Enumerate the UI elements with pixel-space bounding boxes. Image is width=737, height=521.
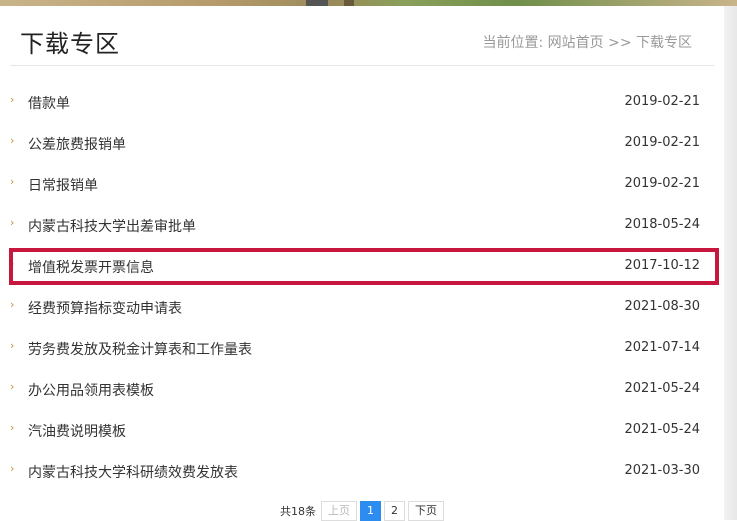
item-date: 2021-03-30 — [624, 463, 700, 478]
next-page-button[interactable]: 下页 — [408, 500, 444, 521]
bullet-arrow-icon: › — [10, 216, 15, 229]
item-date: 2021-05-24 — [624, 381, 700, 396]
pagination-total: 共18条 — [280, 504, 316, 518]
bullet-arrow-icon: › — [10, 134, 15, 147]
item-date: 2018-05-24 — [624, 217, 700, 232]
list-item[interactable]: › 内蒙古科技大学科研绩效费发放表 2021-03-30 — [0, 452, 724, 493]
page-1-button[interactable]: 1 — [360, 500, 381, 521]
download-list: › 借款单 2019-02-21 › 公差旅费报销单 2019-02-21 › … — [0, 83, 724, 493]
item-date: 2021-07-14 — [624, 340, 700, 355]
bullet-arrow-icon: › — [10, 462, 15, 475]
list-item[interactable]: › 内蒙古科技大学出差审批单 2018-05-24 — [0, 206, 724, 247]
item-date: 2019-02-21 — [624, 94, 700, 109]
list-item[interactable]: › 办公用品领用表模板 2021-05-24 — [0, 370, 724, 411]
bullet-arrow-icon: › — [10, 380, 15, 393]
right-edge-shadow — [724, 6, 737, 520]
item-title[interactable]: 汽油费说明模板 — [28, 421, 126, 441]
prev-page-button[interactable]: 上页 — [321, 500, 357, 521]
item-title[interactable]: 公差旅费报销单 — [28, 134, 126, 154]
bullet-arrow-icon: › — [10, 175, 15, 188]
item-title[interactable]: 经费预算指标变动申请表 — [28, 298, 182, 318]
list-item[interactable]: › 日常报销单 2019-02-21 — [0, 165, 724, 206]
list-item[interactable]: › 汽油费说明模板 2021-05-24 — [0, 411, 724, 452]
list-item[interactable]: › 劳务费发放及税金计算表和工作量表 2021-07-14 — [0, 329, 724, 370]
header-divider — [10, 65, 714, 66]
bullet-arrow-icon: › — [10, 93, 15, 106]
item-title[interactable]: 内蒙古科技大学出差审批单 — [28, 216, 196, 236]
list-item[interactable]: › 经费预算指标变动申请表 2021-08-30 — [0, 288, 724, 329]
breadcrumb[interactable]: 当前位置: 网站首页 >> 下载专区 — [482, 32, 692, 52]
item-title[interactable]: 借款单 — [28, 93, 70, 113]
item-date: 2019-02-21 — [624, 176, 700, 191]
list-item[interactable]: › 借款单 2019-02-21 — [0, 83, 724, 124]
pagination: 共18条 上页 1 2 下页 — [0, 500, 724, 521]
item-title[interactable]: 日常报销单 — [28, 175, 98, 195]
list-item[interactable]: › 公差旅费报销单 2019-02-21 — [0, 124, 724, 165]
item-title[interactable]: 劳务费发放及税金计算表和工作量表 — [28, 339, 252, 359]
item-title[interactable]: 办公用品领用表模板 — [28, 380, 154, 400]
item-date: 2019-02-21 — [624, 135, 700, 150]
bullet-arrow-icon: › — [10, 298, 15, 311]
item-title[interactable]: 内蒙古科技大学科研绩效费发放表 — [28, 462, 238, 482]
item-date: 2021-08-30 — [624, 299, 700, 314]
item-date: 2021-05-24 — [624, 422, 700, 437]
bullet-arrow-icon: › — [10, 339, 15, 352]
bullet-arrow-icon: › — [10, 421, 15, 434]
page-2-button[interactable]: 2 — [384, 500, 405, 521]
highlight-box — [9, 248, 719, 285]
page-title: 下载专区 — [20, 30, 120, 58]
